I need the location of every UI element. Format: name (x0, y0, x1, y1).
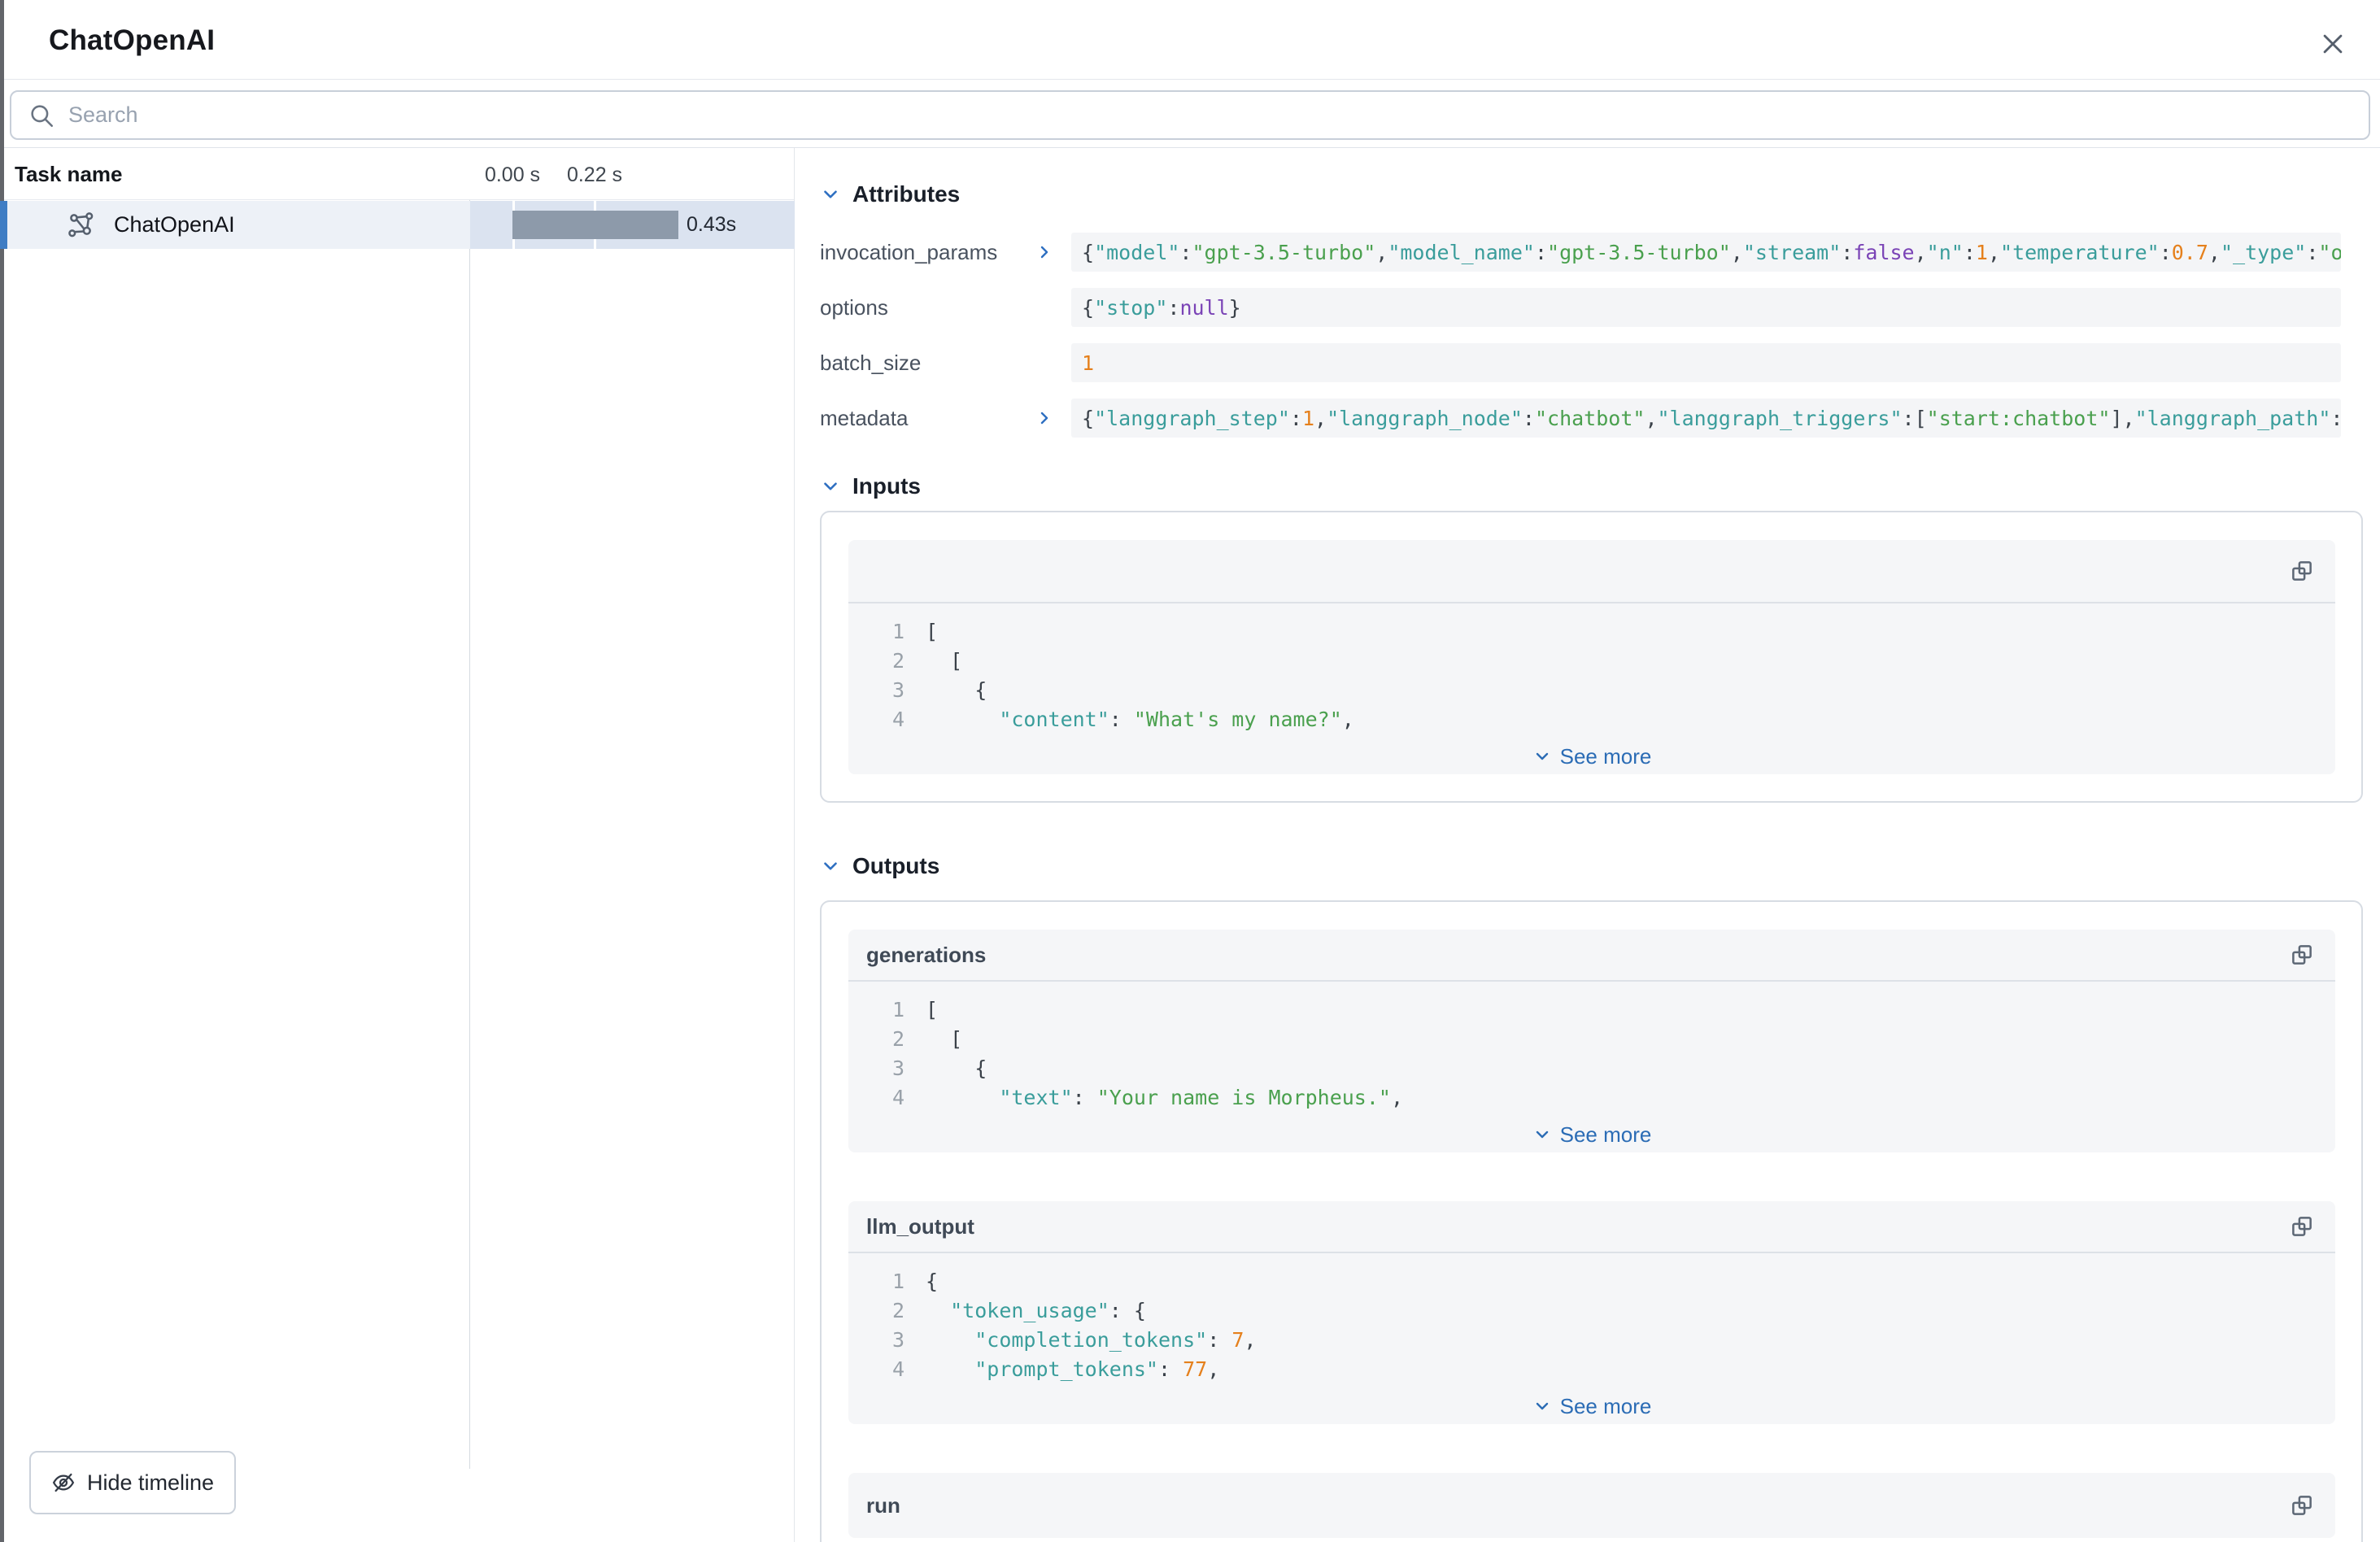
attributes-section-header[interactable]: Attributes (820, 178, 2380, 211)
attribute-label: options (820, 295, 1035, 320)
detail-panel: Attributes invocation_params {"model":"g… (796, 148, 2380, 1542)
chevron-right-icon (1035, 242, 1054, 262)
copy-button[interactable] (2286, 939, 2317, 970)
search-box (10, 90, 2370, 140)
attribute-value: {"model":"gpt-3.5-turbo","model_name":"g… (1071, 233, 2341, 272)
copy-icon (2290, 943, 2314, 967)
attribute-row-metadata: metadata {"langgraph_step":1,"langgraph_… (820, 399, 2341, 438)
timeline-tick-0: 0.00 s (485, 163, 540, 187)
duration-label: 0.43s (687, 213, 736, 237)
task-timeline-panel: Task name 0.00 s 0.22 s ChatOpenAI (0, 148, 795, 1542)
attributes-rows: invocation_params {"model":"gpt-3.5-turb… (820, 233, 2380, 438)
see-more-label: See more (1560, 744, 1652, 769)
chevron-down-icon (820, 476, 841, 497)
selected-row-accent (0, 201, 7, 249)
code-block-header: generations (848, 930, 2335, 982)
eye-off-icon (51, 1470, 76, 1495)
attribute-row-options: options {"stop":null} (820, 288, 2341, 327)
task-row-label: ChatOpenAI (114, 212, 235, 237)
attribute-row-invocation-params: invocation_params {"model":"gpt-3.5-turb… (820, 233, 2341, 272)
task-list-header: Task name 0.00 s 0.22 s (0, 148, 794, 200)
llm-output-code-block: llm_output 1{2 "token_usage": {3 "comple… (848, 1201, 2335, 1424)
search-input[interactable] (68, 102, 2352, 128)
code-block-header (848, 540, 2335, 603)
attribute-value: {"stop":null} (1071, 288, 2341, 327)
see-more-label: See more (1560, 1122, 1652, 1148)
code-block-title: llm_output (866, 1214, 974, 1239)
outputs-section-title: Outputs (852, 853, 939, 879)
outputs-card: generations 1[2 [3 {4 "text": "Your name… (820, 900, 2363, 1542)
code-block-header: llm_output (848, 1201, 2335, 1253)
see-more-label: See more (1560, 1394, 1652, 1419)
expand-attribute-button[interactable] (1035, 242, 1071, 262)
code-lines: 1[2 [3 {4 "content": "What's my name?", (848, 603, 2335, 738)
attribute-value: {"langgraph_step":1,"langgraph_node":"ch… (1071, 399, 2341, 438)
close-button[interactable] (2315, 28, 2351, 60)
generations-code-block: generations 1[2 [3 {4 "text": "Your name… (848, 930, 2335, 1152)
see-more-link[interactable]: See more (848, 1388, 2335, 1424)
trace-detail-window: ChatOpenAI Task name 0.00 s 0.22 s (0, 0, 2380, 1542)
see-more-link[interactable]: See more (848, 738, 2335, 774)
copy-button[interactable] (2286, 1490, 2317, 1521)
search-icon (28, 102, 55, 129)
timeline-tick-1: 0.22 s (567, 163, 622, 187)
copy-button[interactable] (2286, 555, 2317, 586)
close-icon (2319, 30, 2347, 58)
chevron-down-icon (820, 856, 841, 877)
hide-timeline-button[interactable]: Hide timeline (29, 1451, 236, 1514)
window-header: ChatOpenAI (0, 0, 2380, 80)
hide-timeline-label: Hide timeline (87, 1470, 214, 1496)
search-bar (0, 80, 2380, 148)
code-lines: 1{2 "token_usage": {3 "completion_tokens… (848, 1253, 2335, 1388)
run-code-block: run (848, 1473, 2335, 1538)
attribute-row-batch-size: batch_size 1 (820, 343, 2341, 382)
chevron-down-icon (820, 184, 841, 205)
attribute-label: batch_size (820, 351, 1035, 376)
code-block-title: generations (866, 943, 986, 968)
chevron-down-icon (1532, 1125, 1552, 1144)
see-more-link[interactable]: See more (848, 1117, 2335, 1152)
outputs-section-header[interactable]: Outputs (820, 850, 2380, 882)
chevron-down-icon (1532, 747, 1552, 766)
attributes-section-title: Attributes (852, 181, 960, 207)
chevron-down-icon (1532, 1396, 1552, 1416)
task-name-column-header: Task name (15, 162, 122, 187)
inputs-section-title: Inputs (852, 473, 921, 499)
copy-icon (2290, 559, 2314, 583)
page-title: ChatOpenAI (49, 24, 215, 57)
attribute-label: metadata (820, 406, 1035, 431)
copy-icon (2290, 1214, 2314, 1239)
chevron-right-icon (1035, 408, 1054, 428)
llm-graph-icon (67, 211, 96, 240)
inputs-card: 1[2 [3 {4 "content": "What's my name?", … (820, 511, 2363, 803)
timeline-column-divider (469, 200, 470, 1469)
inputs-section-header[interactable]: Inputs (820, 470, 2380, 503)
copy-icon (2290, 1493, 2314, 1518)
attribute-value: 1 (1071, 343, 2341, 382)
task-row[interactable]: ChatOpenAI 0.43s (0, 201, 795, 249)
copy-button[interactable] (2286, 1211, 2317, 1242)
expand-attribute-button[interactable] (1035, 408, 1071, 428)
attribute-label: invocation_params (820, 240, 1035, 265)
code-block-header: run (848, 1473, 2335, 1538)
code-lines: 1[2 [3 {4 "text": "Your name is Morpheus… (848, 982, 2335, 1117)
code-block-title: run (866, 1493, 900, 1518)
inputs-code-block: 1[2 [3 {4 "content": "What's my name?", … (848, 540, 2335, 774)
task-row-name-cell: ChatOpenAI (0, 201, 470, 249)
task-row-timeline-cell: 0.43s (470, 201, 795, 249)
duration-bar (512, 211, 678, 239)
